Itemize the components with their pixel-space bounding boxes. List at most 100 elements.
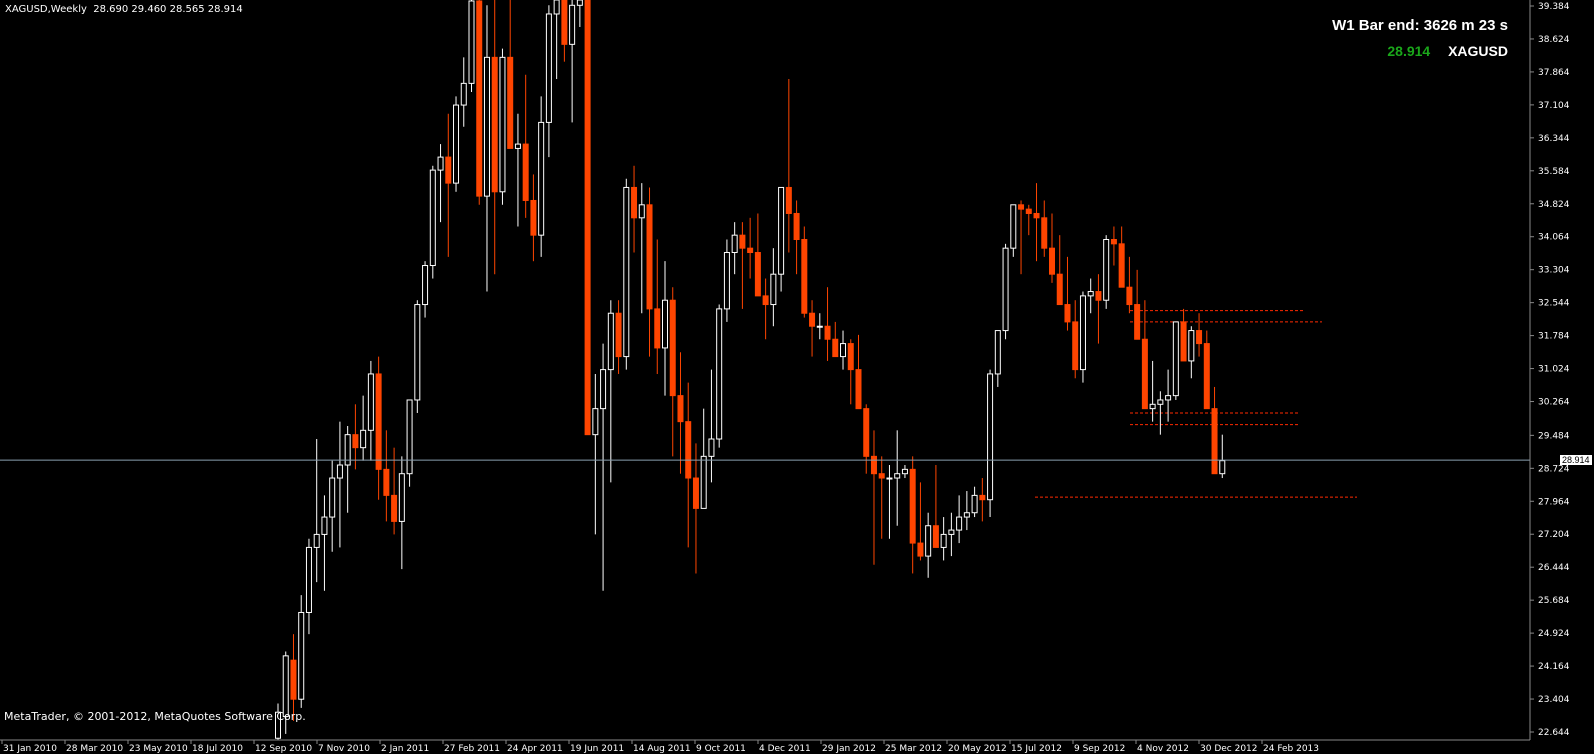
candle-body — [646, 204, 653, 310]
candle-body — [1072, 321, 1079, 371]
candle — [329, 460, 336, 552]
candle — [739, 222, 746, 309]
time-tick-label: 9 Sep 2012 — [1074, 744, 1125, 754]
candle — [290, 634, 297, 721]
symbol-last-price: 28.914 — [1387, 43, 1431, 59]
candle — [1049, 213, 1055, 283]
candle — [979, 478, 986, 522]
price-tick-label: 36.344 — [1538, 134, 1570, 144]
price-chart[interactable]: 39.384 38.624 37.864 37.104 36.344 35.584 34.8… — [0, 0, 1594, 754]
symbol-price-box: 28.914 XAGUSD — [1387, 43, 1508, 59]
candle-body — [940, 533, 947, 548]
candle — [948, 512, 955, 557]
candle — [638, 183, 645, 314]
candle-body — [1157, 399, 1164, 405]
candle — [553, 0, 560, 80]
symbol-info-header: XAGUSD,Weekly 28.690 29.460 28.565 28.91… — [5, 4, 243, 15]
candle — [894, 430, 901, 526]
candle-body — [963, 512, 970, 518]
price-tick-label: 23.404 — [1538, 695, 1570, 705]
candle — [662, 261, 668, 396]
candle-body — [499, 56, 506, 193]
candle-body — [692, 477, 699, 509]
candle — [437, 144, 444, 223]
candle — [391, 447, 398, 535]
candle — [840, 330, 847, 370]
candle — [870, 430, 877, 565]
candle — [801, 226, 808, 318]
candle-body — [785, 186, 792, 214]
candle-body — [770, 273, 777, 306]
price-tick-label: 34.064 — [1538, 233, 1570, 243]
candle-body — [1165, 395, 1172, 401]
candle — [569, 0, 576, 123]
candle-body — [747, 247, 754, 254]
candle — [398, 456, 405, 570]
candle — [956, 495, 963, 544]
candle-body — [1219, 460, 1226, 475]
candle-body — [824, 325, 831, 340]
candle-body — [1049, 247, 1055, 275]
chart-window[interactable]: 39.384 38.624 37.864 37.104 36.344 35.584 34.8… — [0, 0, 1594, 754]
price-tick-label: 33.304 — [1538, 266, 1570, 276]
candle-body — [313, 533, 320, 548]
candle-body — [1002, 247, 1009, 332]
candle — [576, 0, 583, 27]
candle-body — [739, 234, 746, 249]
candle-body — [545, 13, 552, 123]
candle-body — [1079, 295, 1086, 371]
candle — [414, 300, 421, 413]
candle — [623, 178, 630, 370]
candle — [1172, 321, 1179, 400]
candle — [669, 287, 676, 457]
candle — [909, 456, 916, 574]
candle-body — [994, 330, 1001, 375]
candle-body — [398, 473, 405, 522]
candle-body — [422, 265, 429, 306]
candle — [1126, 256, 1133, 314]
candle-body — [956, 516, 963, 531]
time-tick-label: 24 Feb 2013 — [1263, 744, 1319, 754]
candle-body — [460, 82, 467, 106]
candle — [747, 217, 754, 279]
candle-body — [677, 395, 684, 423]
candle-body — [476, 0, 483, 197]
candle-body — [847, 343, 854, 371]
price-tick-label: 32.544 — [1538, 299, 1570, 309]
candle — [932, 465, 939, 548]
candle-body — [553, 0, 560, 15]
candle — [832, 321, 839, 358]
candle-body — [925, 525, 932, 557]
candle-body — [491, 56, 498, 193]
price-tick-label: 39.384 — [1538, 2, 1570, 12]
candle — [1072, 300, 1079, 379]
candle — [785, 79, 792, 253]
candle-body — [1180, 321, 1187, 362]
time-tick-label: 9 Oct 2011 — [696, 744, 746, 754]
candle-body — [367, 373, 374, 431]
candle — [615, 300, 622, 374]
candle-body — [1041, 217, 1048, 249]
time-tick-label: 18 Jul 2010 — [192, 744, 243, 754]
candle — [305, 538, 312, 635]
candle-body — [700, 455, 707, 509]
candle-body — [863, 408, 870, 457]
time-tick-label: 12 Sep 2010 — [255, 744, 312, 754]
candle-body — [360, 429, 367, 449]
candle — [654, 239, 661, 374]
candle-body — [1010, 204, 1017, 249]
candle-body — [305, 546, 312, 613]
candle-body — [793, 212, 800, 240]
time-tick-label: 7 Nov 2010 — [318, 744, 370, 754]
price-tick-label: 24.164 — [1538, 662, 1570, 672]
candle — [1103, 235, 1110, 309]
candle — [584, 0, 591, 436]
candle — [600, 343, 607, 591]
candle-body — [801, 238, 808, 314]
candle — [592, 373, 599, 535]
candle-body — [1134, 304, 1141, 340]
candle-body — [1033, 212, 1040, 219]
candle-body — [453, 104, 460, 184]
candle-body — [623, 186, 630, 358]
candle-body — [522, 143, 529, 201]
